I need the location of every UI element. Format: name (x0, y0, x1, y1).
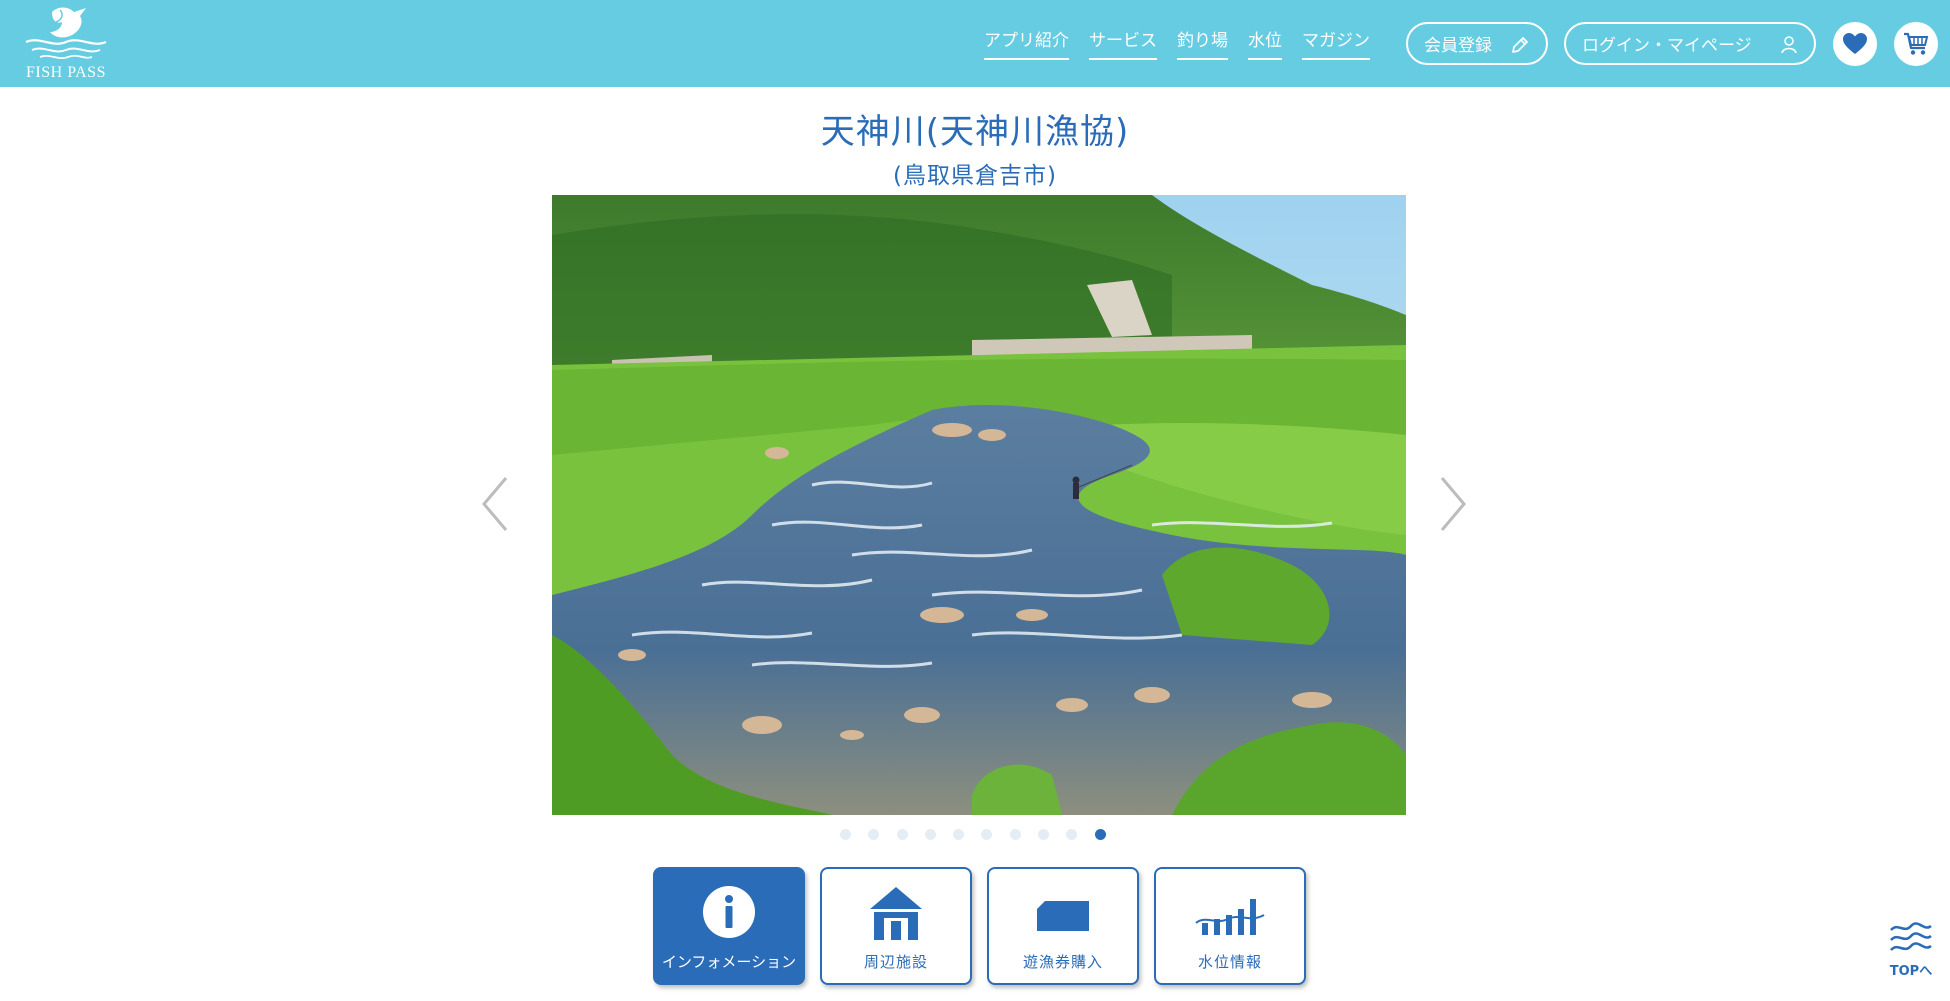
carousel-dot[interactable] (896, 829, 908, 840)
fishing-ticket-button[interactable]: 遊漁券購入 (987, 867, 1139, 985)
info-icon (703, 886, 755, 938)
pencil-icon (1512, 37, 1528, 53)
nav-magazine[interactable]: マガジン (1302, 26, 1370, 60)
carousel-pagination (840, 829, 1123, 843)
ticket-icon (1037, 901, 1089, 931)
carousel-dot[interactable] (840, 829, 851, 840)
carousel-next-button[interactable] (1434, 474, 1470, 534)
information-button[interactable]: インフォメーション (653, 867, 805, 985)
wave-icon (1890, 922, 1932, 951)
fish-logo-icon (25, 7, 107, 60)
carousel-slide-photo (552, 195, 1406, 815)
user-icon (1781, 36, 1797, 54)
nav-fishing-spots[interactable]: 釣り場 (1177, 26, 1228, 60)
carousel-dot[interactable] (1038, 829, 1050, 840)
cart-button[interactable] (1894, 22, 1938, 66)
carousel-dot[interactable] (953, 829, 965, 840)
logo-text: FISH PASS (26, 64, 106, 81)
site-header: FISH PASS アプリ紹介 サービス 釣り場 水位 マガジン 会員登録 ログ… (0, 0, 1950, 87)
page-title: 天神川(天神川漁協) (820, 112, 1130, 152)
chevron-left-icon (482, 477, 508, 531)
favorite-button[interactable] (1833, 22, 1877, 66)
register-label: 会員登録 (1424, 36, 1492, 56)
nav-services[interactable]: サービス (1089, 26, 1157, 60)
water-level-icon (1195, 899, 1265, 935)
page-subtitle: (鳥取県倉吉市) (893, 163, 1057, 189)
information-label: インフォメーション (661, 953, 797, 971)
cart-icon (1904, 32, 1929, 55)
main-nav: アプリ紹介 サービス 釣り場 水位 マガジン (984, 26, 1390, 66)
carousel-dot[interactable] (924, 829, 936, 840)
nearby-facilities-button[interactable]: 周辺施設 (820, 867, 972, 985)
house-icon (870, 887, 922, 940)
login-mypage-button[interactable]: ログイン・マイページ (1564, 22, 1816, 65)
nearby-facilities-label: 周辺施設 (863, 953, 928, 971)
carousel-dot[interactable] (868, 829, 880, 840)
register-button[interactable]: 会員登録 (1406, 22, 1548, 65)
carousel-prev-button[interactable] (478, 474, 514, 534)
login-label: ログイン・マイページ (1582, 36, 1752, 56)
heart-icon (1843, 33, 1867, 54)
fishing-ticket-label: 遊漁券購入 (1022, 953, 1103, 971)
carousel-dot[interactable] (1066, 829, 1078, 840)
carousel-dot[interactable] (981, 829, 993, 840)
section-buttons: インフォメーション 周辺施設 遊漁券購入 水位情報 (653, 867, 1321, 985)
back-to-top-button[interactable]: TOPへ (1886, 920, 1936, 980)
nav-app-intro[interactable]: アプリ紹介 (984, 26, 1069, 60)
nav-water-level[interactable]: 水位 (1248, 26, 1282, 60)
river-photo (552, 195, 1406, 815)
fish-pass-logo[interactable]: FISH PASS (18, 4, 114, 84)
water-level-info-button[interactable]: 水位情報 (1154, 867, 1306, 985)
chevron-right-icon (1440, 477, 1466, 531)
carousel-dot-active[interactable] (1094, 829, 1106, 840)
back-to-top-label: TOPへ (1889, 964, 1933, 979)
carousel-dot[interactable] (1009, 829, 1021, 840)
water-level-info-label: 水位情報 (1197, 953, 1262, 971)
